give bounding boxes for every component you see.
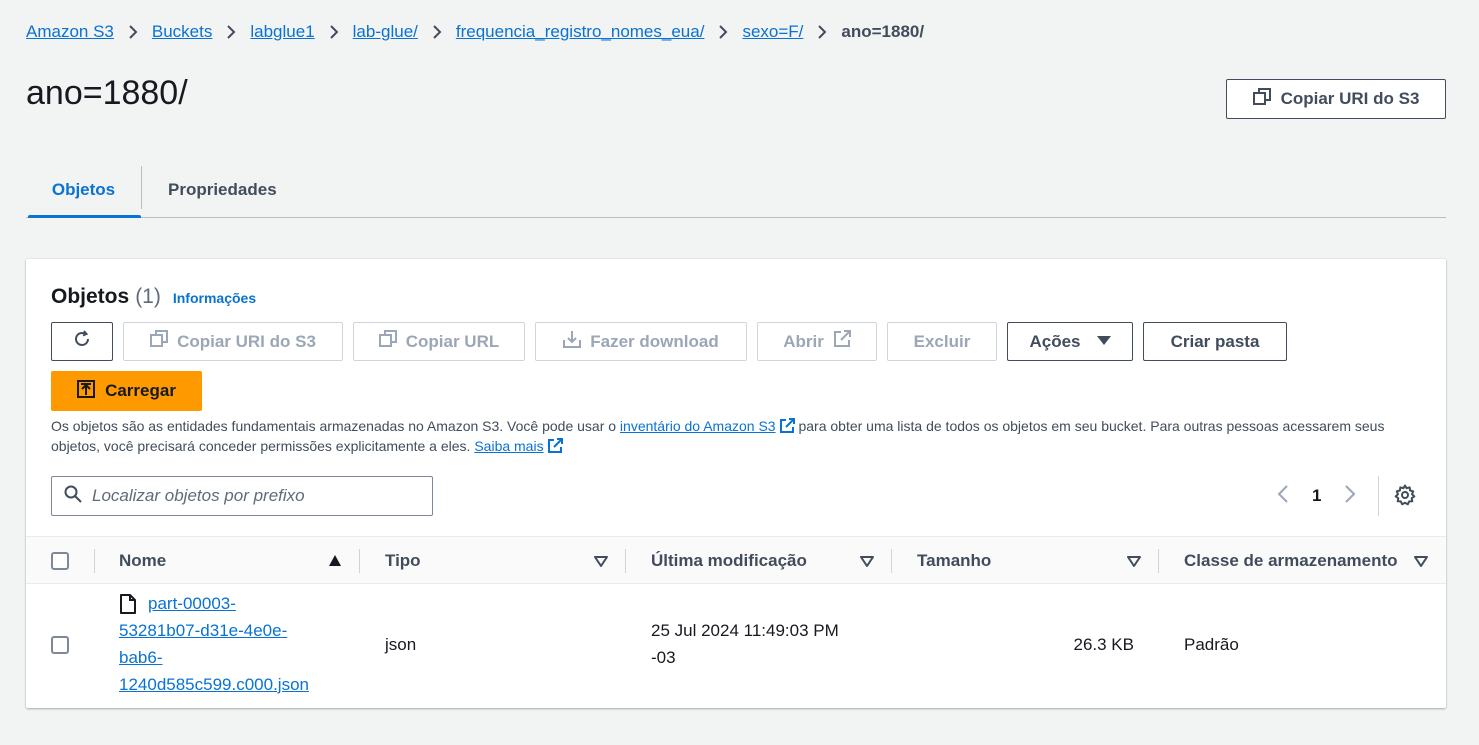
- copy-url-label: Copiar URL: [405, 331, 500, 351]
- chevron-right-icon: [704, 24, 742, 40]
- select-all-checkbox[interactable]: [51, 552, 69, 570]
- info-link[interactable]: Informações: [173, 290, 256, 306]
- chevron-right-icon: [315, 24, 353, 40]
- upload-label: Carregar: [105, 381, 176, 400]
- tab-properties[interactable]: Propriedades: [142, 162, 303, 217]
- chevron-right-icon: [114, 24, 152, 40]
- copy-s3-uri-label: Copiar URI do S3: [1280, 89, 1420, 108]
- breadcrumb-sexo[interactable]: sexo=F/: [742, 22, 803, 42]
- external-link-icon: [833, 330, 851, 353]
- page-title: ano=1880/: [26, 74, 188, 112]
- actions-dropdown[interactable]: Ações: [1007, 322, 1133, 361]
- pagination: 1: [1276, 484, 1357, 508]
- table-header: Nome Tipo Última modificação Tamanho Cla…: [26, 536, 1446, 584]
- copy-s3-uri-button[interactable]: Copiar URI do S3: [1226, 79, 1446, 119]
- actions-label: Ações: [1029, 331, 1081, 351]
- page-number[interactable]: 1: [1312, 486, 1321, 506]
- search-input[interactable]: [92, 486, 412, 506]
- tab-objects[interactable]: Objetos: [26, 162, 141, 218]
- object-last-modified: 25 Jul 2024 11:49:03 PM -03: [651, 617, 839, 671]
- objects-panel-header: Objetos (1) Informações: [51, 285, 256, 309]
- table-row[interactable]: part-00003- 53281b07-d31e-4e0e- bab6- 12…: [26, 584, 1446, 706]
- copy-uri-label: Copiar URI do S3: [177, 331, 316, 351]
- objects-description: Os objetos são as entidades fundamentais…: [51, 416, 1411, 456]
- learn-more-link[interactable]: Saiba mais: [474, 438, 543, 454]
- chevron-right-icon: [212, 24, 250, 40]
- modified-line: 25 Jul 2024 11:49:03 PM: [651, 621, 839, 640]
- chevron-right-icon: [803, 24, 841, 40]
- objects-panel: Objetos (1) Informações Copiar URI do S3…: [26, 259, 1446, 708]
- objects-count: (1): [135, 285, 161, 308]
- object-storage-class: Padrão: [1184, 635, 1239, 654]
- sort-caret-icon[interactable]: [594, 554, 608, 568]
- column-divider: [94, 549, 95, 573]
- object-size: 26.3 KB: [1073, 635, 1135, 654]
- copy-icon: [150, 330, 169, 353]
- refresh-icon: [73, 330, 91, 353]
- s3-inventory-link[interactable]: inventário do Amazon S3: [620, 418, 776, 434]
- sort-ascending-icon[interactable]: [328, 554, 342, 568]
- column-divider: [1158, 549, 1159, 573]
- object-name-line[interactable]: 1240d585c599.c000.json: [119, 675, 309, 694]
- sort-caret-icon[interactable]: [1127, 554, 1141, 568]
- create-folder-label: Criar pasta: [1170, 331, 1260, 351]
- object-name-line[interactable]: 53281b07-d31e-4e0e-: [119, 621, 287, 640]
- create-folder-button[interactable]: Criar pasta: [1143, 322, 1287, 361]
- pager-divider: [1378, 476, 1379, 516]
- breadcrumb-frequencia[interactable]: frequencia_registro_nomes_eua/: [456, 22, 705, 42]
- breadcrumb-lab-glue[interactable]: lab-glue/: [353, 22, 418, 42]
- download-label: Fazer download: [590, 331, 719, 351]
- breadcrumb-amazon-s3[interactable]: Amazon S3: [26, 22, 114, 42]
- download-button[interactable]: Fazer download: [535, 322, 747, 361]
- column-header-name[interactable]: Nome: [119, 537, 166, 585]
- object-name-link[interactable]: part-00003- 53281b07-d31e-4e0e- bab6- 12…: [119, 590, 349, 698]
- upload-button[interactable]: Carregar: [51, 371, 202, 411]
- sort-caret-icon[interactable]: [860, 554, 874, 568]
- copy-uri-button[interactable]: Copiar URI do S3: [123, 322, 343, 361]
- column-header-size[interactable]: Tamanho: [917, 537, 991, 585]
- object-name-line[interactable]: bab6-: [119, 648, 162, 667]
- sort-caret-icon[interactable]: [1414, 554, 1428, 568]
- breadcrumb-current: ano=1880/: [841, 22, 925, 41]
- column-header-storage-class[interactable]: Classe de armazenamento: [1184, 537, 1398, 585]
- caret-down-icon: [1096, 332, 1111, 352]
- open-label: Abrir: [783, 331, 824, 351]
- modified-line: -03: [651, 648, 676, 667]
- open-button[interactable]: Abrir: [757, 322, 877, 361]
- objects-panel-title: Objetos: [51, 285, 130, 308]
- download-icon: [563, 330, 582, 353]
- refresh-button[interactable]: [51, 322, 113, 361]
- copy-icon: [1252, 87, 1271, 111]
- column-divider: [359, 549, 360, 573]
- prefix-search[interactable]: [51, 476, 433, 516]
- row-checkbox[interactable]: [51, 636, 69, 654]
- delete-button[interactable]: Excluir: [887, 322, 997, 361]
- column-divider: [625, 549, 626, 573]
- copy-icon: [378, 330, 397, 353]
- next-page-icon[interactable]: [1343, 484, 1357, 509]
- copy-url-button[interactable]: Copiar URL: [353, 322, 525, 361]
- object-type: json: [385, 635, 417, 654]
- gear-icon[interactable]: [1394, 484, 1416, 506]
- description-text: Os objetos são as entidades fundamentais…: [51, 418, 620, 434]
- column-divider: [891, 549, 892, 573]
- column-header-type[interactable]: Tipo: [385, 537, 421, 585]
- external-link-icon[interactable]: [547, 438, 563, 454]
- object-name-line[interactable]: part-00003-: [148, 594, 236, 613]
- search-icon: [64, 485, 82, 508]
- previous-page-icon[interactable]: [1276, 484, 1290, 509]
- upload-icon: [77, 379, 96, 403]
- column-header-modified[interactable]: Última modificação: [651, 537, 807, 585]
- breadcrumb-labglue1[interactable]: labglue1: [250, 22, 314, 42]
- breadcrumb-buckets[interactable]: Buckets: [152, 22, 212, 42]
- chevron-right-icon: [418, 24, 456, 40]
- external-link-icon[interactable]: [779, 418, 795, 434]
- tab-bar: Objetos Propriedades: [26, 162, 1446, 218]
- delete-label: Excluir: [913, 331, 971, 351]
- breadcrumb: Amazon S3 Buckets labglue1 lab-glue/ fre…: [26, 22, 924, 42]
